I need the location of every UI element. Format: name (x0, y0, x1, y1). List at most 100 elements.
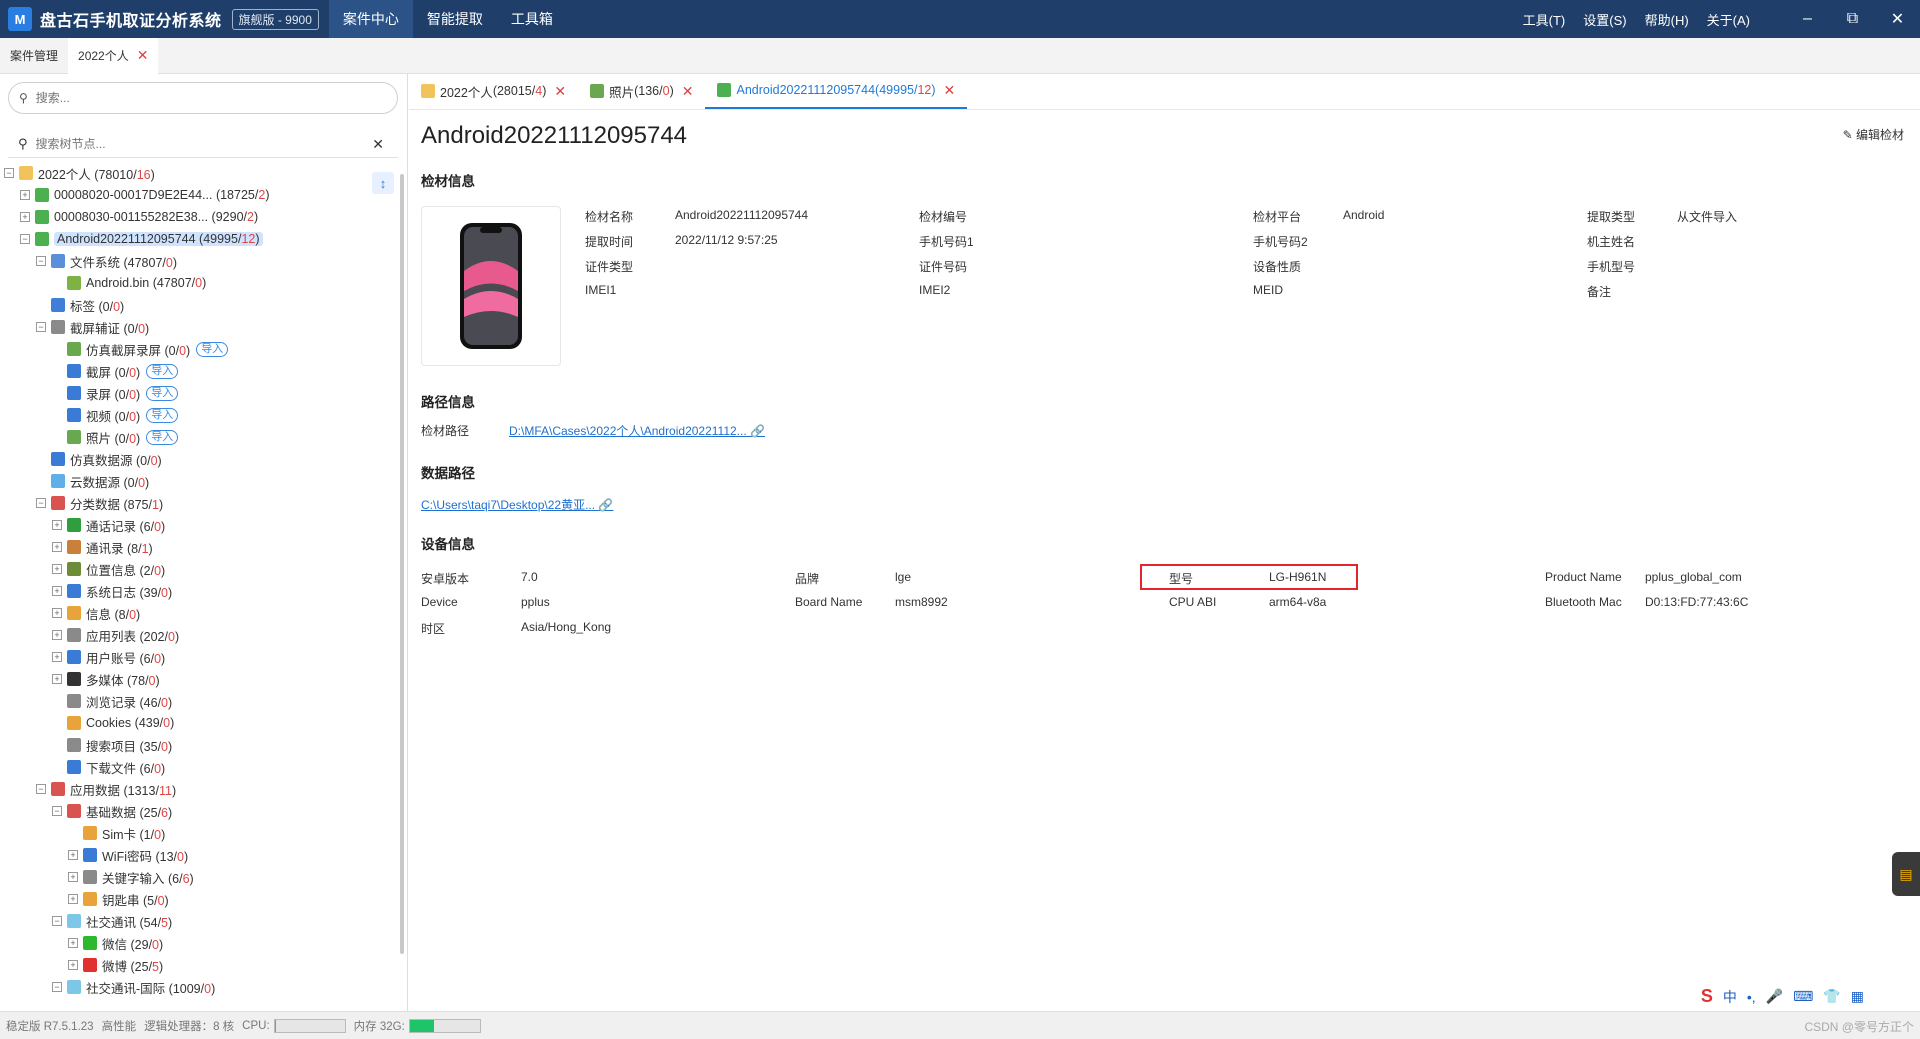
tree-node[interactable]: +WhatsApp (1009/0) (0, 998, 400, 1002)
collapse-node-icon[interactable]: − (52, 806, 62, 816)
expand-node-icon[interactable]: + (52, 542, 62, 552)
tree-node[interactable]: − 社交通讯 (54/5) (0, 910, 400, 932)
ime-item-icon[interactable]: 🎤 (1766, 988, 1783, 1005)
menu-tools[interactable]: 工具(T) (1523, 10, 1566, 29)
import-button[interactable]: 导入 (196, 341, 229, 357)
tree-node[interactable]: + 微博 (25/5) (0, 954, 400, 976)
import-button[interactable]: 导入 (146, 363, 179, 379)
minimize-icon[interactable]: – (1785, 0, 1830, 38)
sogou-logo-icon[interactable]: S (1701, 986, 1713, 1007)
collapse-node-icon[interactable]: − (52, 982, 62, 992)
tree-node[interactable]: − 应用数据 (1313/11) (0, 778, 400, 800)
broom-icon[interactable]: ✕ (372, 136, 384, 153)
tree-node[interactable]: Cookies (439/0) (0, 712, 400, 734)
material-path-link[interactable]: D:\MFA\Cases\2022个人\Android20221112... 🔗 (509, 422, 765, 439)
tree-node[interactable]: − 截屏辅证 (0/0) (0, 316, 400, 338)
search-input[interactable] (35, 91, 336, 105)
tree-node[interactable]: − 分类数据 (875/1) (0, 492, 400, 514)
expand-node-icon[interactable]: + (68, 894, 78, 904)
expand-node-icon[interactable]: + (68, 960, 78, 970)
menu-settings[interactable]: 设置(S) (1583, 10, 1626, 29)
content-tab[interactable]: 2022个人 (28015/4) ✕ (409, 73, 578, 109)
tree-node[interactable]: 视频 (0/0) 导入 (0, 404, 400, 426)
tree-node[interactable]: 云数据源 (0/0) (0, 470, 400, 492)
ime-item-icon[interactable]: 中 (1723, 987, 1737, 1007)
restore-icon[interactable]: ⧉ (1830, 0, 1875, 38)
expand-node-icon[interactable]: + (52, 652, 62, 662)
tree-node[interactable]: Sim卡 (1/0) (0, 822, 400, 844)
ime-item-icon[interactable]: ▦ (1851, 988, 1864, 1005)
tree-node[interactable]: − 社交通讯-国际 (1009/0) (0, 976, 400, 998)
edit-material-button[interactable]: ✎ 编辑检材 (1843, 126, 1904, 143)
global-search[interactable]: ⚲ (8, 82, 398, 114)
tree-node[interactable]: 下载文件 (6/0) (0, 756, 400, 778)
import-button[interactable]: 导入 (146, 407, 179, 423)
expand-node-icon[interactable]: + (52, 520, 62, 530)
content-tab[interactable]: Android20221112095744 (49995/12) ✕ (705, 73, 968, 109)
expand-node-icon[interactable]: + (52, 586, 62, 596)
collapse-node-icon[interactable]: − (4, 168, 14, 178)
tree-node[interactable]: 仿真截屏录屏 (0/0) 导入 (0, 338, 400, 360)
tree-node[interactable]: + WiFi密码 (13/0) (0, 844, 400, 866)
close-icon[interactable]: ✕ (682, 83, 694, 100)
tree-scrollbar[interactable] (400, 174, 404, 954)
data-path-link[interactable]: C:\Users\taqi7\Desktop\22黄亚... 🔗 (421, 496, 613, 513)
import-button[interactable]: 导入 (146, 429, 179, 445)
expand-node-icon[interactable]: + (52, 674, 62, 684)
content-tab[interactable]: 照片 (136/0) ✕ (578, 73, 705, 109)
tree-node[interactable]: + 位置信息 (2/0) (0, 558, 400, 580)
collapse-node-icon[interactable]: − (36, 322, 46, 332)
expand-node-icon[interactable]: + (52, 608, 62, 618)
expand-node-icon[interactable]: + (20, 212, 30, 222)
close-window-icon[interactable]: ✕ (1875, 0, 1920, 38)
tree-node[interactable]: + 用户账号 (6/0) (0, 646, 400, 668)
expand-node-icon[interactable]: + (52, 630, 62, 640)
ime-item-icon[interactable]: ⌨ (1793, 988, 1813, 1005)
tree-node[interactable]: + 应用列表 (202/0) (0, 624, 400, 646)
tree-node[interactable]: − 基础数据 (25/6) (0, 800, 400, 822)
tree-node[interactable]: + 通话记录 (6/0) (0, 514, 400, 536)
tree-node[interactable]: 照片 (0/0) 导入 (0, 426, 400, 448)
menu-about[interactable]: 关于(A) (1707, 10, 1750, 29)
side-tool-icon[interactable]: ▤ (1892, 852, 1920, 896)
nav-smart-extract[interactable]: 智能提取 (413, 0, 497, 38)
tab-case-management[interactable]: 案件管理 (0, 38, 68, 74)
tree-node[interactable]: + 多媒体 (78/0) (0, 668, 400, 690)
close-icon[interactable]: ✕ (944, 82, 956, 99)
ime-item-icon[interactable]: •, (1747, 989, 1756, 1005)
ime-item-icon[interactable]: 👕 (1823, 988, 1840, 1005)
nav-toolbox[interactable]: 工具箱 (497, 0, 567, 38)
tree-node[interactable]: + 钥匙串 (5/0) (0, 888, 400, 910)
tree-node[interactable]: 浏览记录 (46/0) (0, 690, 400, 712)
tree-node[interactable]: 标签 (0/0) (0, 294, 400, 316)
tree-node[interactable]: + 信息 (8/0) (0, 602, 400, 624)
expand-node-icon[interactable]: + (68, 872, 78, 882)
tree-node[interactable]: +00008030-001155282E38... (9290/2) (0, 206, 400, 228)
nav-case-center[interactable]: 案件中心 (328, 0, 413, 38)
tree-node[interactable]: 截屏 (0/0) 导入 (0, 360, 400, 382)
tree-node[interactable]: 录屏 (0/0) 导入 (0, 382, 400, 404)
tree-node[interactable]: + 关键字输入 (6/6) (0, 866, 400, 888)
close-icon[interactable]: ✕ (137, 47, 149, 64)
expand-node-icon[interactable]: + (20, 190, 30, 200)
expand-node-icon[interactable]: + (68, 938, 78, 948)
tree-node[interactable]: − 2022个人 (78010/16) (0, 162, 400, 184)
tree-search[interactable]: ⚲ ✕ (8, 130, 398, 158)
collapse-node-icon[interactable]: − (52, 916, 62, 926)
tree-node[interactable]: Android.bin (47807/0) (0, 272, 400, 294)
tree-node[interactable]: +00008020-00017D9E2E44... (18725/2) (0, 184, 400, 206)
tree-search-input[interactable] (35, 136, 336, 151)
close-icon[interactable]: ✕ (554, 83, 566, 100)
collapse-node-icon[interactable]: − (20, 234, 30, 244)
tree-node[interactable]: 搜索项目 (35/0) (0, 734, 400, 756)
import-button[interactable]: 导入 (146, 385, 179, 401)
collapse-node-icon[interactable]: − (36, 784, 46, 794)
tree-node[interactable]: − Android20221112095744 (49995/12) (0, 228, 400, 250)
tree-node[interactable]: + 通讯录 (8/1) (0, 536, 400, 558)
tab-case-2022[interactable]: 2022个人 ✕ (68, 37, 159, 74)
tree-node[interactable]: 仿真数据源 (0/0) (0, 448, 400, 470)
expand-node-icon[interactable]: + (68, 850, 78, 860)
expand-node-icon[interactable]: + (52, 564, 62, 574)
collapse-node-icon[interactable]: − (36, 498, 46, 508)
collapse-node-icon[interactable]: − (36, 256, 46, 266)
